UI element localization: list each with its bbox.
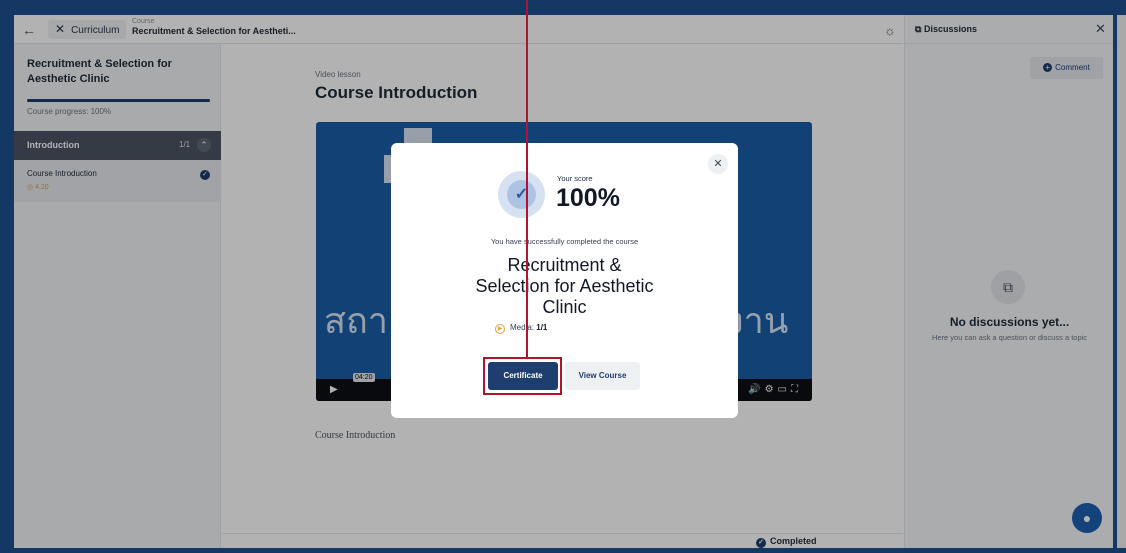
checkmark-icon: ✓ <box>507 180 536 209</box>
close-icon[interactable]: ✕ <box>708 154 728 174</box>
annotation-highlight-box <box>483 357 562 395</box>
modal-course-name: Recruitment & Selection for Aesthetic Cl… <box>475 255 654 317</box>
score-badge: ✓ <box>498 171 545 218</box>
media-label: Media: <box>510 323 535 332</box>
annotation-pointer-line <box>526 0 528 357</box>
media-count: ▶ Media: 1/1 <box>495 323 547 334</box>
success-text: You have successfully completed the cour… <box>490 237 639 246</box>
score-value: 100% <box>556 184 620 212</box>
view-course-button[interactable]: View Course <box>565 362 640 390</box>
media-value: 1/1 <box>536 323 548 332</box>
play-circle-icon: ▶ <box>495 324 505 334</box>
score-label: Your score <box>557 174 593 183</box>
completion-modal: ✕ ✓ Your score 100% You have successfull… <box>391 143 738 418</box>
